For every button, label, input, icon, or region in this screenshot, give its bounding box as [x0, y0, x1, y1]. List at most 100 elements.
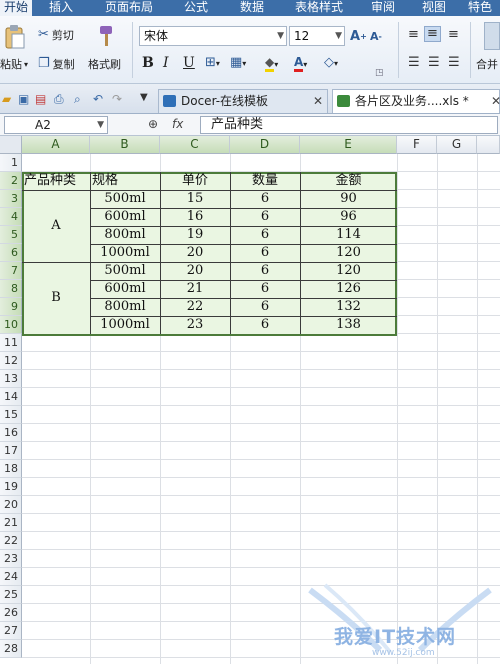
- spec-cell[interactable]: 1000ml: [90, 244, 160, 262]
- brush-icon[interactable]: [96, 24, 116, 48]
- clear-format-button[interactable]: ◇ ▾: [324, 56, 338, 70]
- amount-cell[interactable]: 96: [300, 208, 397, 226]
- align-top-icon[interactable]: ≡: [408, 28, 419, 42]
- row-header-27[interactable]: 27: [0, 622, 22, 640]
- row-header-18[interactable]: 18: [0, 460, 22, 478]
- close-tab-icon[interactable]: ✕: [313, 90, 323, 112]
- merge-center-icon[interactable]: [484, 22, 500, 50]
- copy-button[interactable]: ❐ 复制: [38, 56, 75, 72]
- menu-special[interactable]: 特色: [460, 0, 500, 16]
- row-header-2[interactable]: 2: [0, 172, 22, 190]
- row-header-10[interactable]: 10: [0, 316, 22, 334]
- column-header-c[interactable]: C: [160, 136, 230, 154]
- row-header-24[interactable]: 24: [0, 568, 22, 586]
- header-unit-price[interactable]: 单价: [160, 172, 230, 190]
- format-painter-button[interactable]: 格式刷: [88, 56, 121, 72]
- redo-icon[interactable]: ↷: [112, 92, 122, 106]
- select-all-corner[interactable]: [0, 136, 22, 154]
- menu-data[interactable]: 数据: [224, 0, 280, 16]
- align-right-icon[interactable]: ☰: [448, 56, 460, 70]
- increase-font-icon[interactable]: A +: [350, 29, 367, 44]
- price-cell[interactable]: 22: [160, 298, 230, 316]
- row-header-22[interactable]: 22: [0, 532, 22, 550]
- bold-button[interactable]: B: [142, 55, 154, 71]
- name-box[interactable]: A2 ▼: [4, 116, 108, 134]
- align-left-icon[interactable]: ☰: [408, 56, 420, 70]
- row-header-23[interactable]: 23: [0, 550, 22, 568]
- cut-button[interactable]: ✂ 剪切: [38, 27, 74, 43]
- row-header-15[interactable]: 15: [0, 406, 22, 424]
- row-header-17[interactable]: 17: [0, 442, 22, 460]
- menu-insert[interactable]: 插入: [32, 0, 90, 16]
- row-header-25[interactable]: 25: [0, 586, 22, 604]
- row-header-8[interactable]: 8: [0, 280, 22, 298]
- cell-style-button[interactable]: ▦ ▾: [230, 56, 246, 70]
- merge-center-button[interactable]: 合并: [476, 56, 498, 72]
- header-product-type[interactable]: 产品种类: [22, 172, 90, 190]
- save-icon[interactable]: ▣: [18, 92, 29, 106]
- insert-function-button[interactable]: fx: [172, 117, 183, 131]
- row-header-20[interactable]: 20: [0, 496, 22, 514]
- header-spec[interactable]: 规格: [90, 172, 160, 190]
- row-header-11[interactable]: 11: [0, 334, 22, 352]
- price-cell[interactable]: 16: [160, 208, 230, 226]
- menu-home[interactable]: 开始: [0, 0, 32, 16]
- close-tab-icon[interactable]: ✕: [491, 90, 500, 112]
- fill-color-button[interactable]: ◆ ▾: [265, 56, 278, 72]
- row-header-26[interactable]: 26: [0, 604, 22, 622]
- align-middle-icon[interactable]: ≡: [424, 26, 441, 42]
- quantity-cell[interactable]: 6: [230, 190, 300, 208]
- column-header-b[interactable]: B: [90, 136, 160, 154]
- price-cell[interactable]: 20: [160, 262, 230, 280]
- undo-icon[interactable]: ↶: [93, 92, 103, 106]
- column-header-f[interactable]: F: [397, 136, 437, 154]
- spec-cell[interactable]: 1000ml: [90, 316, 160, 334]
- amount-cell[interactable]: 90: [300, 190, 397, 208]
- paste-button[interactable]: 粘贴 ▾: [0, 56, 28, 72]
- row-header-28[interactable]: 28: [0, 640, 22, 658]
- price-cell[interactable]: 23: [160, 316, 230, 334]
- price-cell[interactable]: 20: [160, 244, 230, 262]
- amount-cell[interactable]: 126: [300, 280, 397, 298]
- font-name-select[interactable]: 宋体 ▼: [139, 26, 287, 46]
- menu-formula[interactable]: 公式: [168, 0, 224, 16]
- column-header-a[interactable]: A: [22, 136, 90, 154]
- row-header-1[interactable]: 1: [0, 154, 22, 172]
- column-header-e[interactable]: E: [300, 136, 397, 154]
- quantity-cell[interactable]: 6: [230, 244, 300, 262]
- export-pdf-icon[interactable]: ▤: [35, 92, 46, 106]
- font-dialog-launcher-icon[interactable]: ◳: [375, 68, 384, 78]
- row-header-16[interactable]: 16: [0, 424, 22, 442]
- row-header-9[interactable]: 9: [0, 298, 22, 316]
- open-folder-icon[interactable]: ▰: [2, 92, 11, 106]
- price-cell[interactable]: 15: [160, 190, 230, 208]
- row-header-7[interactable]: 7: [0, 262, 22, 280]
- menu-review[interactable]: 审阅: [358, 0, 408, 16]
- menu-page-layout[interactable]: 页面布局: [90, 0, 168, 16]
- print-preview-icon[interactable]: ⌕: [74, 92, 81, 107]
- font-size-select[interactable]: 12 ▼: [289, 26, 345, 46]
- spec-cell[interactable]: 600ml: [90, 280, 160, 298]
- amount-cell[interactable]: 120: [300, 262, 397, 280]
- quantity-cell[interactable]: 6: [230, 316, 300, 334]
- row-header-13[interactable]: 13: [0, 370, 22, 388]
- font-color-button[interactable]: A ▾: [294, 56, 307, 72]
- amount-cell[interactable]: 132: [300, 298, 397, 316]
- row-header-6[interactable]: 6: [0, 244, 22, 262]
- column-header-h[interactable]: [477, 136, 500, 154]
- row-header-3[interactable]: 3: [0, 190, 22, 208]
- row-header-4[interactable]: 4: [0, 208, 22, 226]
- amount-cell[interactable]: 138: [300, 316, 397, 334]
- align-center-icon[interactable]: ☰: [428, 56, 440, 70]
- price-cell[interactable]: 21: [160, 280, 230, 298]
- decrease-font-icon[interactable]: A-: [370, 30, 382, 43]
- price-cell[interactable]: 19: [160, 226, 230, 244]
- row-header-21[interactable]: 21: [0, 514, 22, 532]
- header-amount[interactable]: 金额: [300, 172, 397, 190]
- quantity-cell[interactable]: 6: [230, 298, 300, 316]
- underline-button[interactable]: U: [183, 55, 195, 71]
- menu-view[interactable]: 视图: [408, 0, 460, 16]
- quantity-cell[interactable]: 6: [230, 280, 300, 298]
- group-a-cell[interactable]: A: [22, 190, 90, 262]
- spec-cell[interactable]: 500ml: [90, 190, 160, 208]
